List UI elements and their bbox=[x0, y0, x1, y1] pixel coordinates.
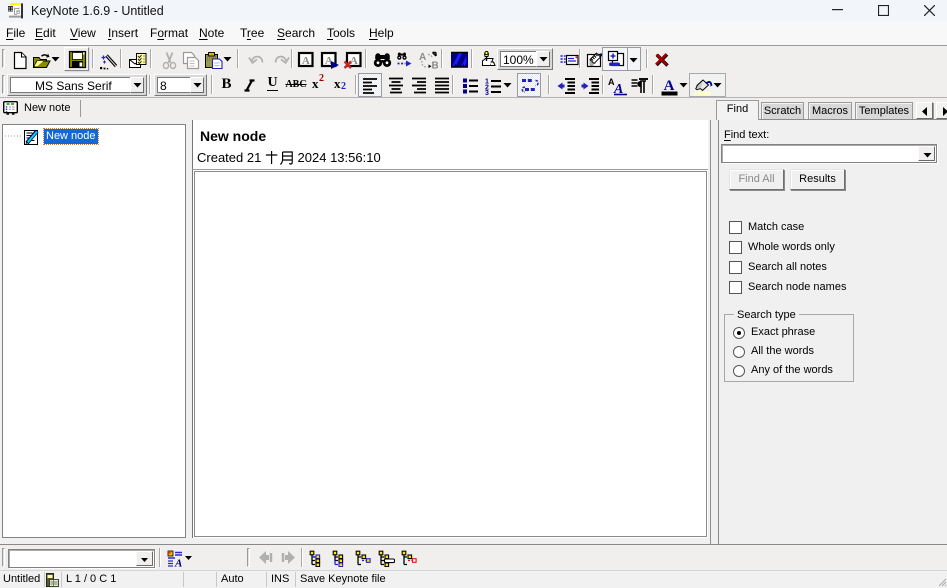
svg-text:B: B bbox=[432, 61, 439, 70]
svg-text:A: A bbox=[174, 558, 182, 569]
svg-text:A: A bbox=[302, 55, 310, 67]
svg-text:A: A bbox=[350, 55, 358, 67]
svg-text:A: A bbox=[419, 52, 426, 63]
svg-text:3: 3 bbox=[485, 90, 489, 95]
